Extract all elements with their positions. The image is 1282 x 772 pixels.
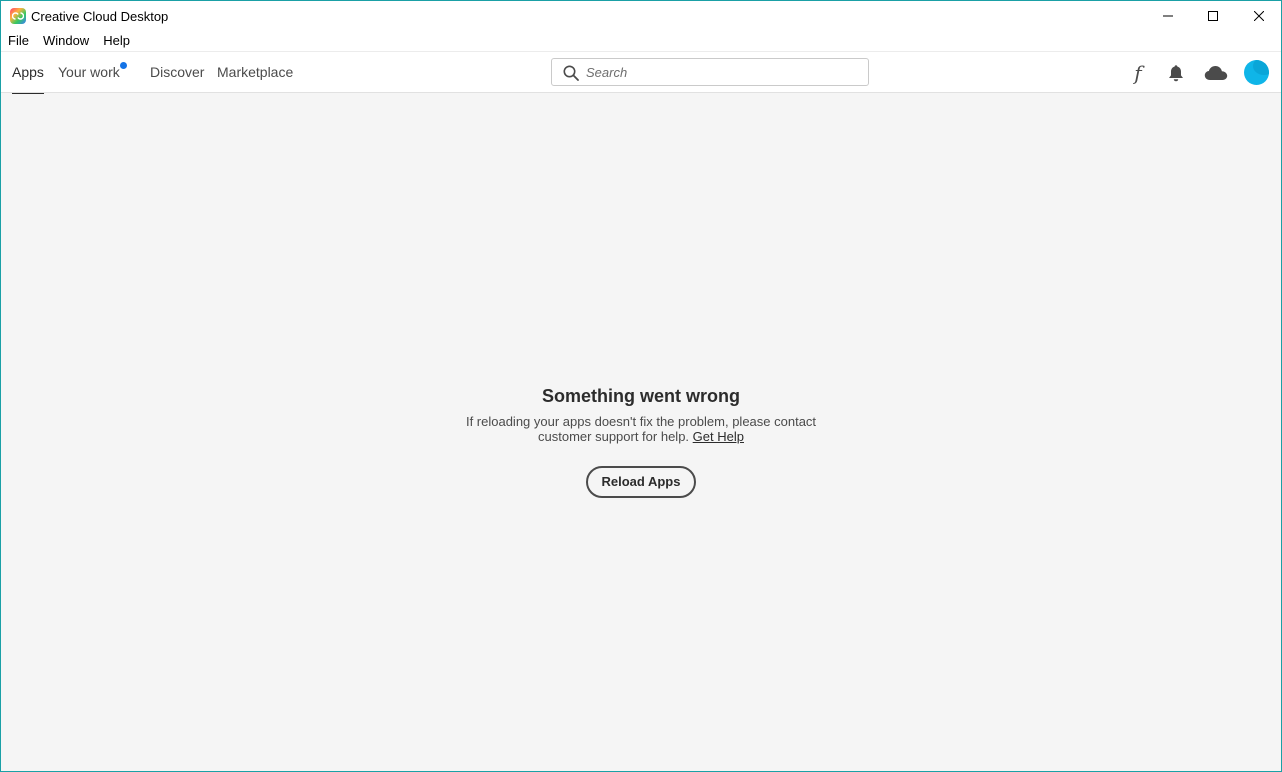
menu-help[interactable]: Help: [96, 31, 137, 51]
error-description-block: If reloading your apps doesn't fix the p…: [441, 414, 841, 444]
tab-discover[interactable]: Discover: [150, 52, 204, 94]
tab-your-work[interactable]: Your work: [58, 52, 120, 94]
nav-bar: Apps Your work Discover Marketplace f: [1, 51, 1281, 95]
minimize-icon: [1163, 15, 1173, 17]
your-work-notification-dot: [120, 62, 127, 69]
close-icon: [1254, 11, 1264, 21]
menu-window[interactable]: Window: [36, 31, 96, 51]
minimize-button[interactable]: [1145, 1, 1191, 31]
search-input[interactable]: [586, 62, 856, 82]
creative-cloud-logo-icon: [10, 8, 26, 24]
menu-bar: File Window Help: [1, 31, 1281, 51]
title-bar: Creative Cloud Desktop: [1, 1, 1281, 31]
window-title: Creative Cloud Desktop: [31, 9, 169, 24]
close-button[interactable]: [1236, 1, 1281, 31]
tab-apps[interactable]: Apps: [12, 52, 44, 95]
main-content: Something went wrong If reloading your a…: [1, 94, 1281, 771]
maximize-button[interactable]: [1190, 1, 1236, 31]
reload-apps-button[interactable]: Reload Apps: [585, 466, 697, 498]
menu-file[interactable]: File: [1, 31, 36, 51]
cloud-icon[interactable]: [1202, 61, 1230, 85]
get-help-link[interactable]: Get Help: [693, 429, 744, 444]
fonts-icon[interactable]: f: [1126, 61, 1150, 85]
search-box[interactable]: [551, 58, 869, 86]
search-icon: [563, 65, 579, 81]
maximize-icon: [1208, 11, 1218, 21]
error-panel: Something went wrong If reloading your a…: [441, 384, 841, 498]
error-description: If reloading your apps doesn't fix the p…: [465, 414, 817, 444]
tab-marketplace[interactable]: Marketplace: [217, 52, 293, 94]
app-window: Creative Cloud Desktop File Window Help …: [0, 0, 1282, 772]
error-title: Something went wrong: [542, 386, 740, 406]
bell-icon[interactable]: [1164, 61, 1188, 85]
avatar[interactable]: [1244, 60, 1269, 85]
